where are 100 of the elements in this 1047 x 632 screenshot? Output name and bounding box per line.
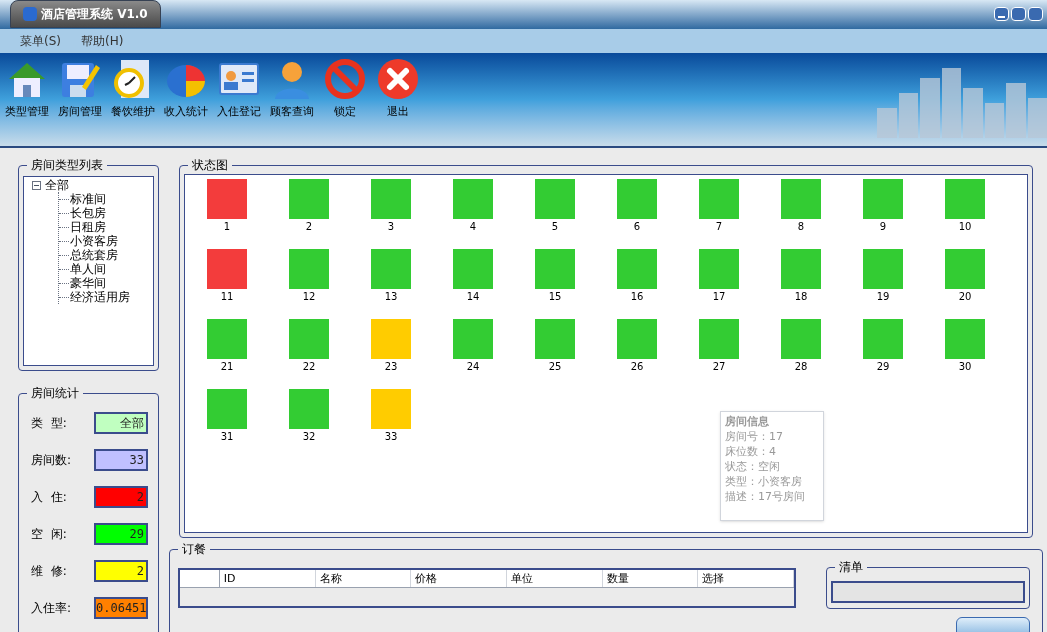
room-tile[interactable] xyxy=(207,179,247,219)
menu-item[interactable]: 帮助(H) xyxy=(81,31,124,50)
column-header[interactable]: 选择 xyxy=(698,570,794,587)
stat-value-field: 全部 xyxy=(94,412,148,434)
tree-item[interactable]: 日租房 xyxy=(70,220,106,234)
room-tile[interactable] xyxy=(863,319,903,359)
room-tile[interactable] xyxy=(535,319,575,359)
toolbar-button[interactable]: 顾客查询 xyxy=(265,56,318,120)
room-tile[interactable] xyxy=(617,249,657,289)
room-number: 32 xyxy=(302,431,316,443)
room-number: 2 xyxy=(305,221,313,233)
column-header[interactable]: 价格 xyxy=(411,570,507,587)
room-number: 20 xyxy=(958,291,972,303)
tooltip-line: 类型：小资客房 xyxy=(725,474,803,489)
stat-value-field: 29 xyxy=(94,523,148,545)
room-number: 16 xyxy=(630,291,644,303)
group-title: 房间类型列表 xyxy=(27,157,107,173)
room-number: 28 xyxy=(794,361,808,373)
toolbar-button[interactable]: 退出 xyxy=(371,56,424,120)
room-tile[interactable] xyxy=(781,179,821,219)
menu-item[interactable]: 菜单(S) xyxy=(20,31,61,50)
room-number: 6 xyxy=(633,221,641,233)
room-tile[interactable] xyxy=(535,179,575,219)
toolbar-button[interactable]: 锁定 xyxy=(318,56,371,120)
stat-value-field: 0.06451 xyxy=(94,597,148,619)
room-number: 24 xyxy=(466,361,480,373)
room-tile[interactable] xyxy=(863,249,903,289)
room-number: 13 xyxy=(384,291,398,303)
room-number: 26 xyxy=(630,361,644,373)
room-number: 29 xyxy=(876,361,890,373)
room-tile[interactable] xyxy=(945,179,985,219)
toolbar-button[interactable]: 房间管理 xyxy=(53,56,106,120)
room-tile[interactable] xyxy=(371,389,411,429)
stat-label: 维 修: xyxy=(31,563,67,580)
window-title: 酒店管理系统 V1.0 xyxy=(41,6,148,23)
room-tile[interactable] xyxy=(207,389,247,429)
room-number: 18 xyxy=(794,291,808,303)
room-tile[interactable] xyxy=(945,249,985,289)
toolbar-button[interactable]: 收入统计 xyxy=(159,56,212,120)
tree-item[interactable]: 全部 xyxy=(45,178,69,192)
room-number: 21 xyxy=(220,361,234,373)
column-header[interactable]: 名称 xyxy=(315,570,412,587)
room-tile[interactable] xyxy=(289,319,329,359)
stat-label: 类 型: xyxy=(31,415,67,432)
room-tile[interactable] xyxy=(945,319,985,359)
confirm-button[interactable] xyxy=(956,617,1030,632)
room-tile[interactable] xyxy=(289,179,329,219)
tree-item[interactable]: 总统套房 xyxy=(70,248,118,262)
room-number: 10 xyxy=(958,221,972,233)
room-number: 1 xyxy=(223,221,231,233)
room-tile[interactable] xyxy=(535,249,575,289)
expander-icon[interactable] xyxy=(32,180,41,190)
room-tile[interactable] xyxy=(371,179,411,219)
list-field[interactable] xyxy=(831,581,1025,603)
room-tile[interactable] xyxy=(781,319,821,359)
stat-label: 房间数: xyxy=(31,452,72,469)
room-number: 8 xyxy=(797,221,805,233)
tree-item[interactable]: 小资客房 xyxy=(70,234,118,248)
room-tile[interactable] xyxy=(863,179,903,219)
room-tile[interactable] xyxy=(617,319,657,359)
room-tile[interactable] xyxy=(617,179,657,219)
room-tile[interactable] xyxy=(699,319,739,359)
column-header[interactable]: 单位 xyxy=(506,570,603,587)
room-tile[interactable] xyxy=(781,249,821,289)
stat-label: 空 闲: xyxy=(31,526,67,543)
tree-item[interactable]: 长包房 xyxy=(70,206,106,220)
column-header[interactable]: 数量 xyxy=(602,570,699,587)
tooltip-line: 状态：空闲 xyxy=(725,459,781,474)
room-number: 5 xyxy=(551,221,559,233)
maximize-button[interactable] xyxy=(1011,6,1026,21)
toolbar-button[interactable]: 类型管理 xyxy=(0,56,53,120)
close-button[interactable] xyxy=(1028,6,1043,21)
tree-item[interactable]: 经济适用房 xyxy=(70,290,130,304)
room-tile[interactable] xyxy=(699,179,739,219)
room-tile[interactable] xyxy=(453,249,493,289)
room-number: 11 xyxy=(220,291,234,303)
room-tile[interactable] xyxy=(207,319,247,359)
tooltip-line: 描述：17号房间 xyxy=(725,489,806,504)
tree-item[interactable]: 标准间 xyxy=(70,192,106,206)
room-tile[interactable] xyxy=(289,249,329,289)
room-tile[interactable] xyxy=(453,319,493,359)
room-number: 17 xyxy=(712,291,726,303)
room-tile[interactable] xyxy=(699,249,739,289)
group-title: 状态图 xyxy=(188,157,232,173)
room-tile[interactable] xyxy=(371,319,411,359)
room-tile[interactable] xyxy=(207,249,247,289)
room-number: 25 xyxy=(548,361,562,373)
column-header[interactable]: ID xyxy=(219,570,316,587)
room-tile[interactable] xyxy=(289,389,329,429)
toolbar-button[interactable]: 餐饮维护 xyxy=(106,56,159,120)
room-number: 3 xyxy=(387,221,395,233)
room-number: 33 xyxy=(384,431,398,443)
room-tile[interactable] xyxy=(371,249,411,289)
room-number: 30 xyxy=(958,361,972,373)
room-number: 7 xyxy=(715,221,723,233)
room-tile[interactable] xyxy=(453,179,493,219)
toolbar-button[interactable]: 入住登记 xyxy=(212,56,265,120)
tree-item[interactable]: 单人间 xyxy=(70,262,106,276)
minimize-button[interactable] xyxy=(994,6,1009,21)
tree-item[interactable]: 豪华间 xyxy=(70,276,106,290)
